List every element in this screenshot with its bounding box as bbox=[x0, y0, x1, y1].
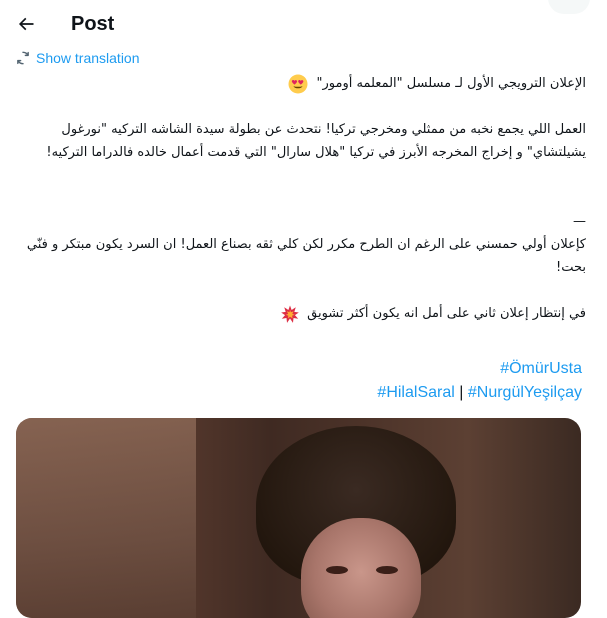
header: Post bbox=[0, 0, 607, 48]
hashtag-separator: | bbox=[459, 384, 464, 401]
show-translation-link[interactable]: Show translation bbox=[16, 49, 140, 67]
tweet-line-1-text: الإعلان الترويجي الأول لـ مسلسل "المعلمه… bbox=[316, 76, 586, 91]
heart-eyes-emoji-icon bbox=[288, 74, 308, 93]
tweet-line-4-text: في إنتظار إعلان ثاني على أمل انه يكون أك… bbox=[307, 306, 586, 321]
more-button[interactable] bbox=[548, 0, 590, 14]
page-title: Post bbox=[71, 13, 115, 35]
tweet-paragraph-3: كإعلان أولي حمسني على الرغم ان الطرح مكر… bbox=[26, 237, 586, 275]
arrow-left-icon bbox=[18, 17, 34, 31]
hashtag-line-2: #HilalSaral | #NurgülYeşilçay bbox=[16, 381, 582, 405]
media-background-wall bbox=[16, 418, 196, 618]
hashtag-line-1: #ÖmürUsta bbox=[16, 357, 582, 381]
tweet-text: الإعلان الترويجي الأول لـ مسلسل "المعلمه… bbox=[20, 66, 586, 325]
translate-icon bbox=[17, 51, 29, 65]
hashtag-hilalsaral[interactable]: #HilalSaral bbox=[377, 384, 454, 401]
tweet-paragraph-2: العمل اللي يجمع نخبه من ممثلي ومخرجي ترك… bbox=[46, 122, 586, 160]
tweet-divider: — bbox=[573, 214, 586, 229]
media-figure-eye bbox=[376, 566, 398, 574]
hashtag-nurgulyesilcay[interactable]: #NurgülYeşilçay bbox=[468, 384, 582, 401]
tweet-line-4: في إنتظار إعلان ثاني على أمل انه يكون أك… bbox=[20, 302, 586, 325]
media-figure-eye bbox=[326, 566, 348, 574]
hashtag-omurusta[interactable]: #ÖmürUsta bbox=[500, 360, 582, 377]
tweet-line-1: الإعلان الترويجي الأول لـ مسلسل "المعلمه… bbox=[20, 72, 586, 95]
show-translation-label: Show translation bbox=[36, 50, 140, 66]
back-button[interactable] bbox=[8, 6, 44, 42]
media-figure-face bbox=[301, 518, 421, 618]
hashtags: #ÖmürUsta #HilalSaral | #NurgülYeşilçay bbox=[16, 357, 582, 405]
tweet-media-image[interactable] bbox=[16, 418, 581, 618]
collision-emoji-icon bbox=[281, 304, 299, 323]
